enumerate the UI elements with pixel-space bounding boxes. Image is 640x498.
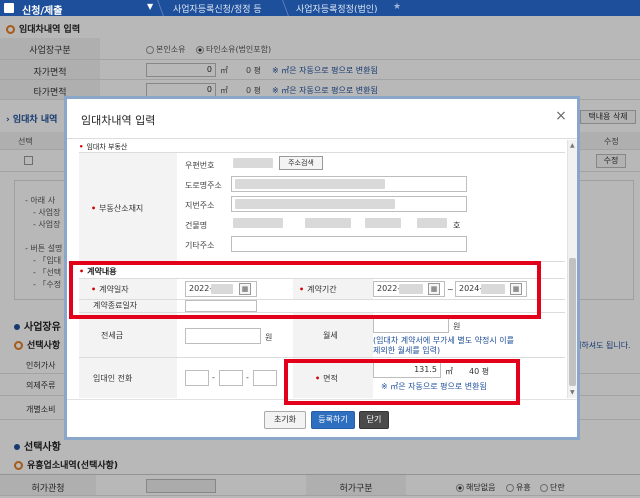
postal-search-button[interactable]: 주소검색 <box>279 156 323 170</box>
calendar-icon[interactable]: ▦ <box>428 283 440 295</box>
contract-period-label: 계약기간 <box>299 284 336 295</box>
phone-separator: - <box>212 373 215 382</box>
phone-part3-input[interactable] <box>253 370 277 386</box>
nav-dropdown-icon[interactable]: ▼ <box>147 2 153 11</box>
phone-part1-input[interactable] <box>185 370 209 386</box>
lease-entry-modal: 임대차내역 입력 × 임대차 부동산 부동산소재지 우편번호 주소검색 도로명주… <box>64 96 580 440</box>
home-icon[interactable] <box>4 3 14 13</box>
contract-date-label: 계약일자 <box>91 284 128 295</box>
area-pyeong: 40 평 <box>469 367 490 376</box>
nav-separator <box>157 0 171 16</box>
breadcrumb-corporate-correction[interactable]: 사업자등록정정(법인) <box>296 2 378 15</box>
phone-part2-input[interactable] <box>219 370 243 386</box>
close-button[interactable]: 닫기 <box>359 411 389 429</box>
contract-end-label: 계약종료일자 <box>93 301 138 310</box>
contract-period-cell: 계약기간 <box>293 279 373 299</box>
scroll-down-icon[interactable]: ▼ <box>570 389 575 396</box>
favorite-star-icon[interactable]: ★ <box>393 2 401 12</box>
other-address-label: 기타주소 <box>185 241 215 250</box>
nav-separator <box>282 0 296 16</box>
building-floor-value <box>365 218 401 228</box>
postal-code-value <box>233 158 273 168</box>
area-label: 면적 <box>315 373 338 384</box>
contract-end-cell: 계약종료일자 <box>79 300 177 312</box>
nav-title[interactable]: 신청/제출 <box>22 2 62 17</box>
building-dong-value <box>305 218 351 228</box>
breadcrumb-business-registration[interactable]: 사업자등록신청/정정 등 <box>173 2 262 15</box>
ho-label: 호 <box>453 221 461 230</box>
property-section-title: 임대차 부동산 <box>79 142 127 152</box>
close-icon[interactable]: × <box>553 108 569 124</box>
monthly-note: (임대차 계약서에 부가세 별도 약정시 이를 제외한 월세를 입력) <box>373 336 514 355</box>
monthly-unit: 원 <box>453 322 461 331</box>
area-note: ※ ㎡은 자동으로 평으로 변환됨 <box>381 382 487 391</box>
postal-code-label: 우편번호 <box>185 161 215 170</box>
building-value <box>233 218 283 228</box>
scroll-thumb[interactable] <box>569 258 576 386</box>
contract-start-masked <box>399 284 423 294</box>
contract-section-title: 계약내용 <box>79 266 116 277</box>
contract-date-masked <box>211 284 233 294</box>
top-navigation: 신청/제출 ▼ 사업자등록신청/정정 등 사업자등록정정(법인) ★ <box>0 0 640 17</box>
modal-scrollbar[interactable]: ▲ ▼ <box>567 140 577 398</box>
reset-button[interactable]: 초기화 <box>264 411 306 429</box>
monthly-cell: 월세 <box>293 313 373 357</box>
phone-separator: - <box>246 373 249 382</box>
divider <box>79 261 565 262</box>
deposit-cell: 전세금 <box>79 313 177 357</box>
modal-title: 임대차내역 입력 <box>81 114 156 127</box>
road-address-label: 도로명주소 <box>185 181 222 190</box>
area-input[interactable]: 131.5 <box>373 362 441 378</box>
monthly-label: 월세 <box>323 331 338 340</box>
scroll-up-icon[interactable]: ▲ <box>570 142 575 149</box>
landlord-phone-label: 임대인 전화 <box>93 374 133 383</box>
contract-date-cell: 계약일자 <box>79 279 177 299</box>
building-ho-value <box>417 218 447 228</box>
landlord-phone-cell: 임대인 전화 <box>79 358 177 398</box>
monthly-input[interactable] <box>373 317 449 333</box>
period-separator: ~ <box>447 285 454 294</box>
area-unit: ㎡ <box>445 367 453 376</box>
contract-end-masked <box>481 284 505 294</box>
modal-footer: 초기화 등록하기 닫기 <box>67 399 577 437</box>
lot-address-label: 지번주소 <box>185 201 215 210</box>
area-cell: 면적 <box>293 358 373 398</box>
calendar-icon[interactable]: ▦ <box>239 283 251 295</box>
property-address-cell: 부동산소재지 <box>79 153 177 261</box>
deposit-label: 전세금 <box>101 331 124 340</box>
calendar-icon[interactable]: ▦ <box>510 283 522 295</box>
modal-body: 임대차 부동산 부동산소재지 우편번호 주소검색 도로명주소 지번주소 건물명 … <box>67 140 577 398</box>
register-button[interactable]: 등록하기 <box>311 411 355 429</box>
building-label: 건물명 <box>185 221 208 230</box>
deposit-unit: 원 <box>265 333 273 342</box>
lot-address-value <box>235 199 395 209</box>
contract-end-date-input[interactable] <box>185 300 257 312</box>
property-address-label: 부동산소재지 <box>91 203 143 214</box>
modal-header: 임대차내역 입력 × <box>67 99 577 139</box>
other-address-input[interactable] <box>231 236 467 252</box>
deposit-input[interactable] <box>185 328 261 344</box>
road-address-value <box>235 179 385 189</box>
